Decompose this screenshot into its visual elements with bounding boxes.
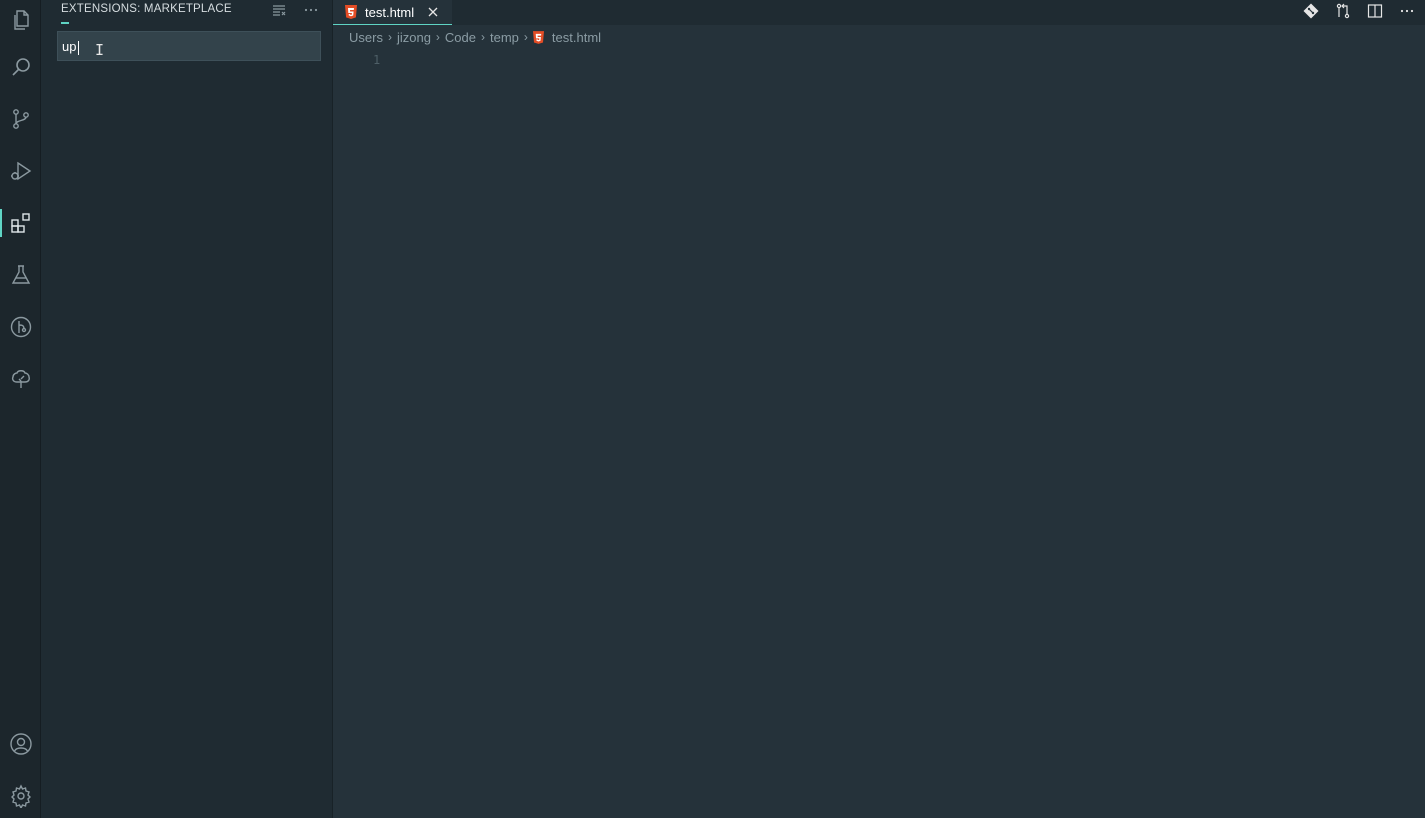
breadcrumb-item[interactable]: Users [349,30,383,45]
tree-icon [11,370,30,388]
editor-actions [1301,0,1417,22]
editor-area: test.html Users › jizong › Code › temp ›… [333,0,1425,818]
text-caret [78,41,79,55]
activity-extensions[interactable] [0,203,41,243]
account-icon [9,733,32,755]
activity-testing[interactable] [0,255,41,295]
split-editor-button[interactable] [1365,1,1385,21]
tab-close-button[interactable] [426,5,440,19]
html5-icon [532,30,544,44]
compare-changes-icon [1336,3,1350,19]
html5-icon [345,5,357,19]
breadcrumb-file[interactable]: test.html [532,29,602,45]
ibeam-cursor-icon: I [95,41,105,59]
extensions-sidebar: EXTENSIONS: MARKETPLACE I [41,0,333,818]
chevron-right-icon: › [435,30,440,44]
breadcrumb-item[interactable]: Code [445,30,476,45]
extensions-icon [10,213,30,233]
breadcrumb: Users › jizong › Code › temp › test.html [349,28,601,46]
more-icon [304,8,318,12]
run-debug-icon [10,161,31,181]
sidebar-actions [270,0,320,20]
line-number: 1 [373,53,381,67]
flask-icon [11,265,30,284]
activity-manage[interactable] [0,776,41,816]
source-control-icon [12,109,29,129]
activity-accounts[interactable] [0,724,41,764]
activity-tree[interactable] [0,359,41,399]
more-icon [1400,9,1414,13]
breadcrumb-item[interactable]: jizong [397,30,431,45]
tab-test-html[interactable]: test.html [333,0,452,25]
chevron-right-icon: › [387,30,392,44]
compare-changes-button[interactable] [1333,1,1353,21]
gear-icon [10,784,31,808]
clear-filter-button[interactable] [270,1,288,19]
chevron-right-icon: › [481,30,485,44]
sidebar-title: EXTENSIONS: MARKETPLACE [61,3,232,15]
chevron-right-icon: › [523,30,528,44]
git-icon [1303,3,1319,19]
activity-explorer[interactable] [0,0,41,40]
files-icon [13,10,29,30]
more-actions-button[interactable] [302,1,320,19]
breadcrumb-file-label: test.html [551,29,602,45]
activity-run-debug[interactable] [0,151,41,191]
activity-git-graph[interactable] [0,307,41,347]
activity-bar [0,0,41,818]
open-changes-button[interactable] [1301,1,1321,21]
search-icon [11,58,30,76]
tab-label: test.html [365,4,415,20]
editor-more-button[interactable] [1397,1,1417,21]
git-graph-icon [10,316,31,338]
tab-bar: test.html [333,0,1425,25]
breadcrumb-item[interactable]: temp [490,30,519,45]
split-editor-icon [1367,4,1383,18]
clear-filter-icon [273,5,286,16]
activity-source-control[interactable] [0,99,41,139]
activity-search[interactable] [0,47,41,87]
vscode-window: EXTENSIONS: MARKETPLACE I [0,0,1425,818]
extensions-search-box[interactable]: I [57,31,321,61]
close-icon [428,7,438,17]
sidebar-title-indicator [61,22,69,24]
